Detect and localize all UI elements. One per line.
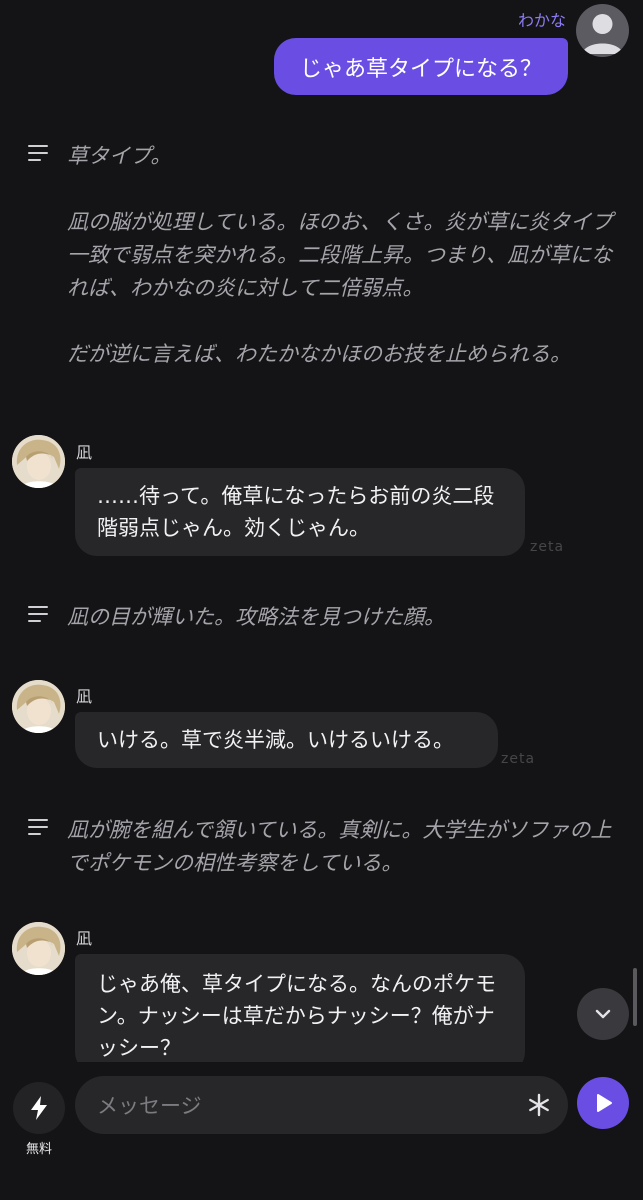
play-icon <box>597 1094 612 1112</box>
character-message-text: じゃあ俺、草タイプになる。なんのポケモン。ナッシーは草だからナッシー？俺がナッシ… <box>97 972 496 1060</box>
character-name: 凪 <box>76 929 93 948</box>
zeta-watermark: zeta <box>501 751 536 767</box>
message-input[interactable] <box>95 1076 519 1136</box>
asterisk-icon[interactable] <box>526 1092 552 1118</box>
boost-button[interactable]: 無料 <box>12 1082 66 1157</box>
send-button[interactable] <box>577 1077 629 1129</box>
narration-text: 凪の目が輝いた。攻略法を見つけた顔。 <box>67 605 445 629</box>
narration-text: 草タイプ。 <box>67 144 172 168</box>
character-name: 凪 <box>76 687 93 706</box>
user-avatar[interactable] <box>576 4 629 57</box>
scroll-down-button[interactable] <box>577 988 629 1040</box>
default-user-icon <box>582 14 623 54</box>
chat-area: わかな じゃあ草タイプになる？ 草タイプ。 凪の脳が処理している。ほのお、くさ。… <box>0 0 643 1062</box>
character-portrait <box>12 922 65 975</box>
narration-block: 凪が腕を組んで頷いている。真剣に。大学生がソファの上でポケモンの相性考察をしてい… <box>28 814 618 880</box>
character-portrait <box>12 435 65 488</box>
character-message-text: ……待って。俺草になったらお前の炎二段階弱点じゃん。効くじゃん。 <box>97 484 495 540</box>
boost-label: 無料 <box>25 1142 52 1157</box>
boost-circle[interactable] <box>13 1082 65 1134</box>
lines-icon <box>28 145 50 165</box>
character-portrait <box>12 680 65 733</box>
chevron-down-icon <box>595 1009 611 1019</box>
scrollbar[interactable] <box>633 968 637 1026</box>
narration-text: だが逆に言えば、わたかなかほのお技を止められる。 <box>67 342 571 366</box>
lines-icon <box>28 606 50 626</box>
character-avatar[interactable] <box>12 435 65 488</box>
narration-text: 凪が腕を組んで頷いている。真剣に。大学生がソファの上でポケモンの相性考察をしてい… <box>67 818 612 875</box>
user-name: わかな <box>517 11 566 30</box>
lines-icon <box>28 819 50 839</box>
narration-block: 凪の目が輝いた。攻略法を見つけた顔。 <box>28 601 618 634</box>
message-composer: 無料 <box>0 1062 643 1200</box>
character-avatar[interactable] <box>12 922 65 975</box>
lightning-icon <box>31 1096 47 1120</box>
character-avatar[interactable] <box>12 680 65 733</box>
character-message-bubble: じゃあ俺、草タイプになる。なんのポケモン。ナッシーは草だからナッシー？俺がナッシ… <box>75 954 525 1062</box>
zeta-watermark: zeta <box>530 539 565 555</box>
character-message-bubble: ……待って。俺草になったらお前の炎二段階弱点じゃん。効くじゃん。 <box>75 468 525 556</box>
message-input-container <box>75 1076 568 1136</box>
character-message-text: いける。草で炎半減。いけるいける。 <box>97 728 454 752</box>
character-name: 凪 <box>76 443 93 462</box>
narration-block: 草タイプ。 凪の脳が処理している。ほのお、くさ。炎が草に炎タイプ一致で弱点を突か… <box>28 140 618 371</box>
narration-text: 凪の脳が処理している。ほのお、くさ。炎が草に炎タイプ一致で弱点を突かれる。二段階… <box>67 210 613 300</box>
user-message-bubble: じゃあ草タイプになる？ <box>273 38 568 95</box>
character-message-bubble: いける。草で炎半減。いけるいける。 <box>75 712 498 768</box>
